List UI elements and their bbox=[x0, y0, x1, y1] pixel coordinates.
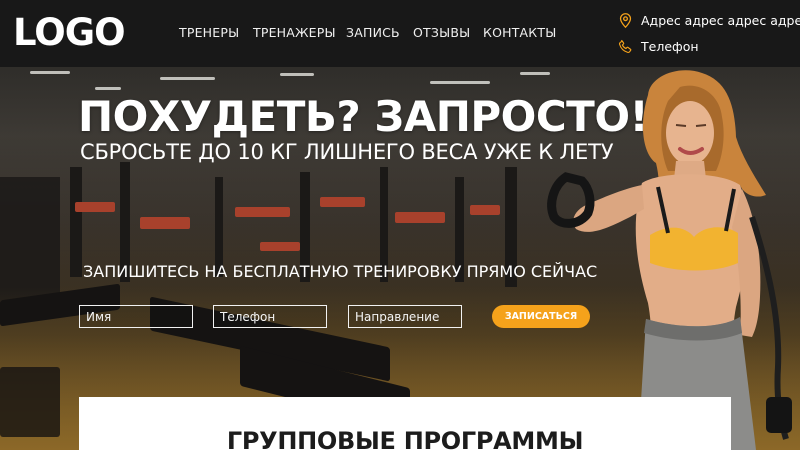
bench bbox=[0, 367, 60, 437]
fitness-model-image bbox=[547, 70, 792, 450]
nav-item-equipment[interactable]: ТРЕНАЖЕРЫ bbox=[253, 25, 336, 40]
hero-section: ПОХУДЕТЬ? ЗАПРОСТО! СБРОСЬТЕ ДО 10 КГ ЛИ… bbox=[0, 67, 800, 450]
ceiling-light bbox=[160, 77, 215, 80]
machine-pad bbox=[260, 242, 300, 251]
machine-pad bbox=[395, 212, 445, 223]
ceiling-light bbox=[30, 71, 70, 74]
name-input[interactable] bbox=[79, 305, 193, 328]
phone-text: Телефон bbox=[641, 39, 699, 54]
machine-pad bbox=[75, 202, 115, 212]
machine-pad bbox=[470, 205, 500, 215]
machine-pad bbox=[320, 197, 365, 207]
header-phone[interactable]: Телефон bbox=[617, 38, 699, 55]
machine-pad bbox=[235, 207, 290, 217]
machine-pad bbox=[140, 217, 190, 229]
phone-input[interactable] bbox=[213, 305, 327, 328]
nav-item-reviews[interactable]: ОТЗЫВЫ bbox=[413, 25, 470, 40]
direction-input[interactable] bbox=[348, 305, 462, 328]
group-programs-card: ГРУППОВЫЕ ПРОГРАММЫ bbox=[79, 397, 731, 450]
ceiling-light bbox=[430, 81, 490, 84]
programs-title: ГРУППОВЫЕ ПРОГРАММЫ bbox=[226, 427, 584, 450]
nav-item-trainers[interactable]: ТРЕНЕРЫ bbox=[179, 25, 239, 40]
logo[interactable]: LOGO bbox=[13, 11, 126, 55]
cta-text: ЗАПИШИТЕСЬ НА БЕСПЛАТНУЮ ТРЕНИРОВКУ ПРЯМ… bbox=[83, 262, 598, 281]
nav-item-contacts[interactable]: КОНТАКТЫ bbox=[483, 25, 556, 40]
gym-machine bbox=[70, 167, 82, 277]
address-text: Адрес адрес адрес адрес bbox=[641, 13, 800, 28]
ceiling-light bbox=[280, 73, 314, 76]
signup-button[interactable]: ЗАПИСАТЬСЯ bbox=[492, 305, 590, 328]
site-header: LOGO ТРЕНЕРЫ ТРЕНАЖЕРЫ ЗАПИСЬ ОТЗЫВЫ КОН… bbox=[0, 0, 800, 67]
location-pin-icon bbox=[619, 13, 632, 29]
phone-icon bbox=[618, 39, 632, 54]
ceiling-light bbox=[95, 87, 121, 90]
nav-item-signup[interactable]: ЗАПИСЬ bbox=[346, 25, 400, 40]
header-address: Адрес адрес адрес адрес bbox=[617, 12, 800, 29]
